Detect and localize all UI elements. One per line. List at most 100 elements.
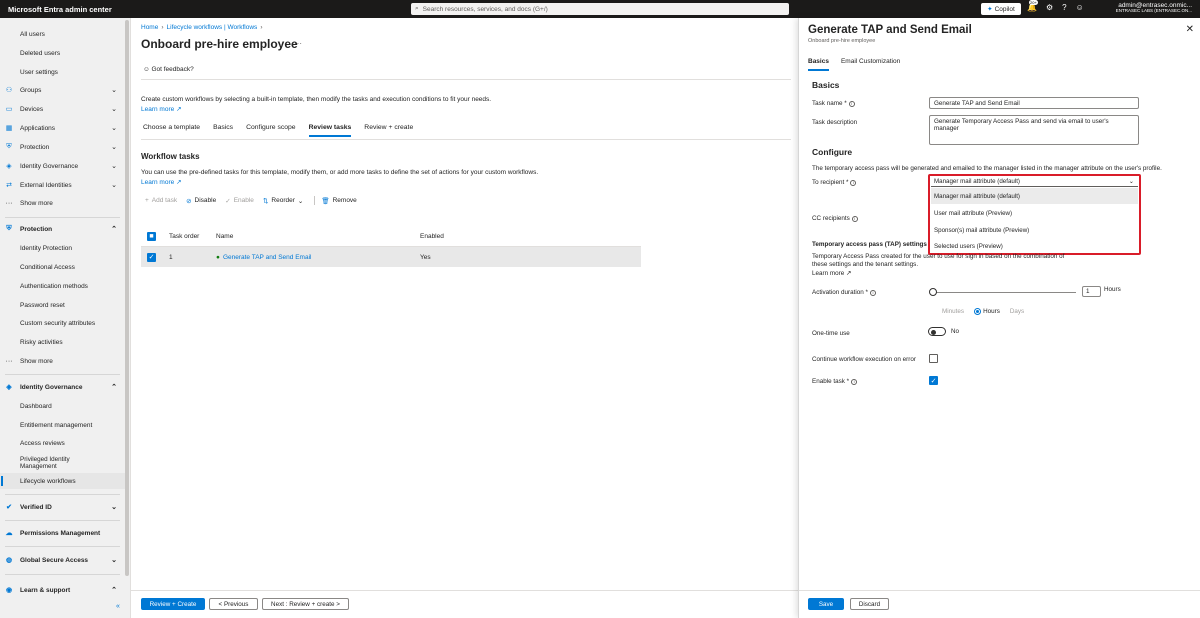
radio-label: Minutes xyxy=(942,308,965,315)
sidebar-item-applications[interactable]: ▦ Applications ⌄ xyxy=(0,120,125,136)
sidebar-item-identity-protection[interactable]: Identity Protection xyxy=(0,240,125,256)
global-search-input[interactable]: ⌕ Search resources, services, and docs (… xyxy=(411,3,789,15)
chevron-up-icon: ⌃ xyxy=(111,226,117,233)
sidebar-item-risky-activities[interactable]: Risky activities xyxy=(0,334,125,350)
sidebar-item-all-users[interactable]: All users xyxy=(0,26,125,42)
app-title[interactable]: Microsoft Entra admin center xyxy=(0,5,300,14)
to-recipient-select[interactable]: Manager mail attribute (default) ⌄ xyxy=(931,177,1138,187)
account-menu[interactable]: admin@entrasec.onmic... ENTRASEC LABS (E… xyxy=(1116,2,1192,14)
sidebar-show-more[interactable]: ··· Show more xyxy=(0,195,125,211)
tab-review-create[interactable]: Review + create xyxy=(364,124,413,137)
dropdown-option-manager[interactable]: Manager mail attribute (default) xyxy=(931,188,1138,204)
select-all-checkbox[interactable]: ■ xyxy=(147,232,156,241)
learn-more-link[interactable]: Learn more ↗ xyxy=(141,105,182,113)
info-icon[interactable]: i xyxy=(851,378,858,385)
sidebar-item-lifecycle-workflows[interactable]: Lifecycle workflows xyxy=(0,473,125,489)
sidebar-header-verified-id[interactable]: ✔ Verified ID ⌄ xyxy=(0,499,125,515)
help-icon[interactable]: ? xyxy=(1062,3,1066,12)
next-button[interactable]: Next : Review + create > xyxy=(262,598,349,610)
info-icon[interactable]: i xyxy=(870,289,877,296)
dropdown-option-user[interactable]: User mail attribute (Preview) xyxy=(931,205,1138,221)
notifications-icon[interactable]: 🔔 20+ xyxy=(1027,0,1038,12)
to-recipient-dropdown[interactable]: Manager mail attribute (default) ⌄ Manage… xyxy=(928,174,1141,255)
sidebar-item-dashboard[interactable]: Dashboard xyxy=(0,398,125,414)
task-name-cell[interactable]: ● Generate TAP and Send Email xyxy=(216,254,420,261)
add-task-button[interactable]: + Add task xyxy=(145,197,177,204)
task-name-input[interactable]: Generate TAP and Send Email xyxy=(929,97,1139,109)
tab-review-tasks[interactable]: Review tasks xyxy=(308,124,352,137)
info-icon[interactable]: i xyxy=(850,179,857,186)
column-header-enabled[interactable]: Enabled xyxy=(420,233,520,240)
sidebar-header-identity-governance[interactable]: ◈ Identity Governance ⌃ xyxy=(0,379,125,395)
sidebar-item-custom-security-attributes[interactable]: Custom security attributes xyxy=(0,315,125,331)
disable-button[interactable]: ⊘ Disable xyxy=(186,197,216,205)
task-name-link[interactable]: Generate TAP and Send Email xyxy=(223,254,312,261)
sidebar-item-privileged-identity-management[interactable]: Privileged Identity Management xyxy=(0,454,90,472)
remove-button[interactable]: 🗑 Remove xyxy=(321,197,356,205)
sidebar-item-user-settings[interactable]: User settings xyxy=(0,64,125,80)
tab-configure-scope[interactable]: Configure scope xyxy=(246,124,296,137)
column-header-name[interactable]: Name xyxy=(216,233,420,240)
sidebar-item-access-reviews[interactable]: Access reviews xyxy=(0,435,125,451)
sidebar-item-external-identities[interactable]: ⇄ External Identities ⌄ xyxy=(0,177,125,193)
feedback-button[interactable]: ☺ Got feedback? xyxy=(143,66,194,73)
sidebar-item-authentication-methods[interactable]: Authentication methods xyxy=(0,278,125,294)
sidebar-item-identity-governance[interactable]: ◈ Identity Governance ⌄ xyxy=(0,158,125,174)
table-row[interactable]: ✓ 1 ● Generate TAP and Send Email Yes xyxy=(141,247,641,267)
sidebar-item-password-reset[interactable]: Password reset xyxy=(0,297,125,313)
enable-task-checkbox[interactable]: ✓ xyxy=(929,376,938,385)
copilot-button[interactable]: ✦ Copilot xyxy=(981,3,1021,15)
tap-settings-heading: Temporary access pass (TAP) settings xyxy=(812,241,927,248)
radio-minutes[interactable]: Minutes xyxy=(942,308,964,315)
feedback-icon[interactable]: ☺ xyxy=(1076,3,1084,12)
previous-button[interactable]: < Previous xyxy=(209,598,258,610)
copilot-label: Copilot xyxy=(994,5,1015,13)
tab-basics[interactable]: Basics xyxy=(213,124,233,137)
task-description-label: Task description xyxy=(812,119,858,126)
radio-days[interactable]: Days xyxy=(1010,308,1024,315)
sidebar-item-label: Privileged Identity Management xyxy=(20,455,70,470)
row-checkbox[interactable]: ✓ xyxy=(147,252,156,262)
info-icon[interactable]: i xyxy=(851,215,858,222)
save-button[interactable]: Save xyxy=(808,598,844,610)
task-description-input[interactable]: Generate Temporary Access Pass and send … xyxy=(929,115,1139,145)
activation-duration-slider-thumb[interactable] xyxy=(929,288,937,296)
close-icon[interactable]: ✕ xyxy=(1186,24,1194,35)
continue-on-error-checkbox[interactable] xyxy=(929,354,938,363)
sidebar-header-protection[interactable]: ⛨ Protection ⌃ xyxy=(0,221,125,237)
learn-more-link-tasks[interactable]: Learn more ↗ xyxy=(141,178,182,186)
collapse-sidebar-icon[interactable]: « xyxy=(116,603,120,610)
tab-choose-template[interactable]: Choose a template xyxy=(143,124,200,137)
sidebar-item-devices[interactable]: ▭ Devices ⌄ xyxy=(0,101,125,117)
sidebar-item-entitlement-management[interactable]: Entitlement management xyxy=(0,417,125,433)
sidebar-header-global-secure-access[interactable]: ◍ Global Secure Access ⌄ xyxy=(0,552,125,568)
sidebar-item-protection[interactable]: ⛨ Protection ⌄ xyxy=(0,139,125,155)
one-time-use-toggle[interactable] xyxy=(928,327,946,336)
enable-button[interactable]: ✓ Enable xyxy=(225,197,254,205)
add-task-label: Add task xyxy=(151,197,178,204)
tap-learn-more-link[interactable]: Learn more ↗ xyxy=(812,270,851,277)
column-header-task-order[interactable]: Task order xyxy=(169,233,216,240)
activation-duration-slider-track[interactable] xyxy=(934,292,1076,293)
dropdown-option-sponsor[interactable]: Sponsor(s) mail attribute (Preview) xyxy=(931,222,1138,238)
sidebar-item-groups[interactable]: ⚇ Groups ⌄ xyxy=(0,82,125,98)
sidebar-header-permissions-management[interactable]: ☁ Permissions Management xyxy=(0,525,125,541)
dropdown-option-selected-users[interactable]: Selected users (Preview) xyxy=(931,238,1138,254)
activation-duration-input[interactable]: 1 xyxy=(1082,286,1101,297)
tab-basics[interactable]: Basics xyxy=(808,58,829,71)
sidebar-header-learn-support[interactable]: ◉ Learn & support ⌃ xyxy=(0,582,125,598)
breadcrumb-home[interactable]: Home xyxy=(141,24,158,31)
sidebar-show-more-protection[interactable]: ··· Show more xyxy=(0,353,125,369)
more-options-icon[interactable]: ··· xyxy=(294,39,302,48)
sidebar-item-conditional-access[interactable]: Conditional Access xyxy=(0,259,125,275)
reorder-button[interactable]: ⇅ Reorder ⌄ xyxy=(263,197,303,205)
sidebar-item-deleted-users[interactable]: Deleted users xyxy=(0,45,125,61)
info-icon[interactable]: i xyxy=(848,100,855,107)
discard-button[interactable]: Discard xyxy=(850,598,889,610)
breadcrumb-workflows[interactable]: Lifecycle workflows | Workflows xyxy=(167,24,258,31)
sidebar-scrollbar[interactable] xyxy=(125,20,129,576)
review-create-button[interactable]: Review + Create xyxy=(141,598,205,610)
settings-icon[interactable]: ⚙ xyxy=(1046,3,1053,12)
tab-email-customization[interactable]: Email Customization xyxy=(841,58,900,71)
radio-hours[interactable]: Hours xyxy=(974,308,1000,315)
